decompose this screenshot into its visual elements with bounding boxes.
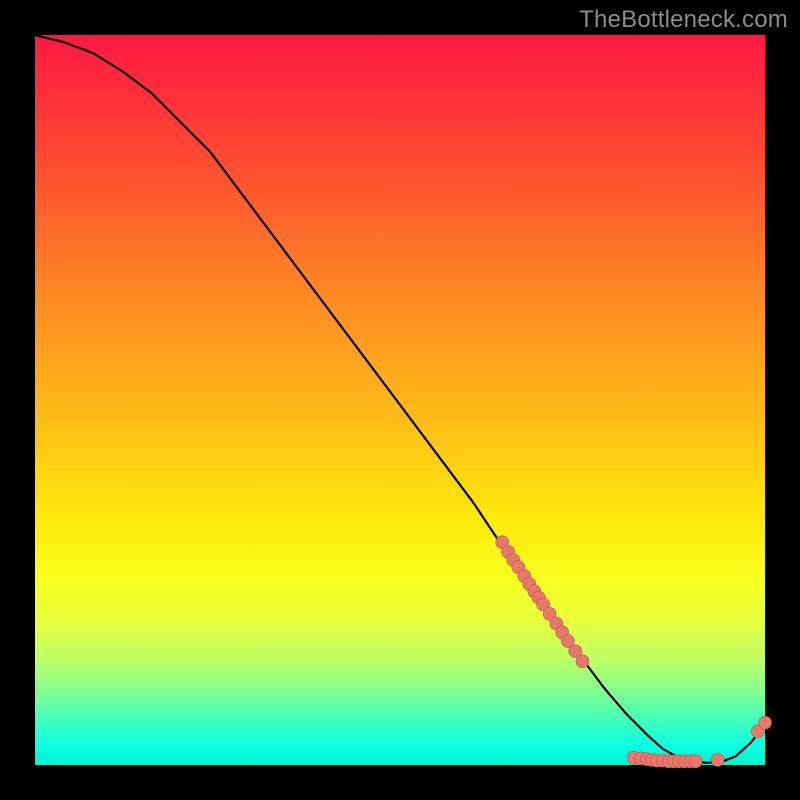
data-point: [711, 753, 724, 766]
watermark-label: TheBottleneck.com: [579, 6, 788, 34]
data-point: [689, 755, 702, 768]
bottleneck-curve-line: [35, 35, 765, 763]
data-point: [759, 716, 772, 729]
chart-frame: TheBottleneck.com: [0, 0, 800, 800]
data-point: [576, 655, 589, 668]
plot-area: [35, 35, 765, 765]
chart-svg: [35, 35, 765, 765]
data-point-dots: [496, 536, 772, 768]
